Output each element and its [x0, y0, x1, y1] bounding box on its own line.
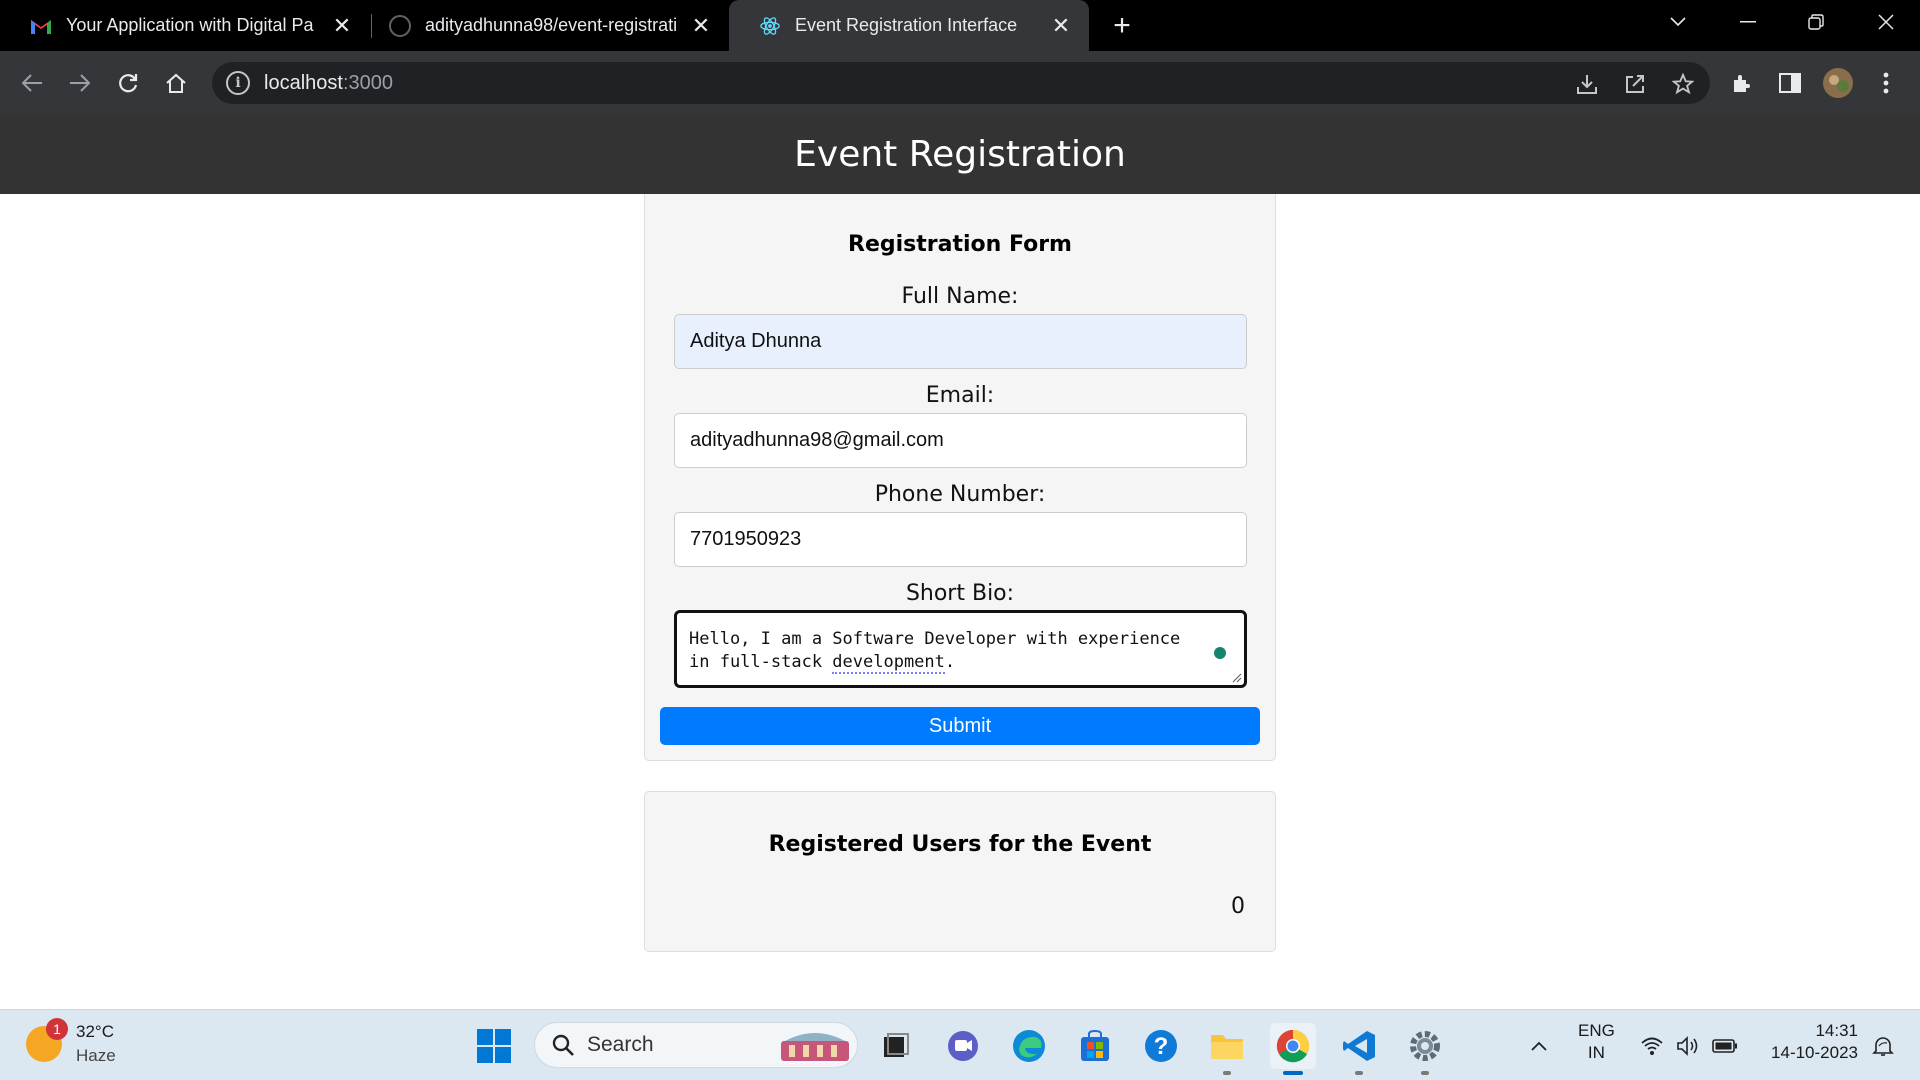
close-icon[interactable]: ✕	[328, 12, 356, 40]
page-header: Event Registration	[0, 115, 1920, 194]
registered-users-panel: Registered Users for the Event 0	[644, 791, 1276, 952]
submit-button[interactable]: Submit	[660, 707, 1260, 745]
quick-settings[interactable]	[1634, 1023, 1744, 1069]
close-icon[interactable]: ✕	[687, 12, 715, 40]
react-icon	[759, 15, 781, 37]
full-name-input[interactable]: Aditya Dhunna	[674, 314, 1247, 369]
site-info-icon[interactable]: i	[226, 71, 250, 95]
weather-widget[interactable]: 1 32°C Haze	[26, 1018, 116, 1068]
restore-button[interactable]	[1788, 0, 1844, 44]
bio-line-2: in full-stack development.	[689, 651, 1230, 674]
tab-title: Event Registration Interface	[795, 15, 1018, 35]
taskbar: 1 32°C Haze Search ? ENG IN 14:31 14-10-…	[0, 1009, 1920, 1080]
edge-icon[interactable]	[1006, 1023, 1052, 1069]
battery-icon	[1712, 1039, 1738, 1053]
language-indicator[interactable]: ENG IN	[1578, 1020, 1615, 1064]
side-panel-icon[interactable]	[1772, 65, 1808, 101]
minimize-button[interactable]	[1720, 0, 1776, 44]
back-button[interactable]	[14, 65, 50, 101]
bio-text: in full-stack	[689, 652, 833, 672]
language-region: IN	[1587, 1043, 1605, 1062]
running-indicator	[1283, 1071, 1303, 1075]
tab-event-registration[interactable]: Event Registration Interface ✕	[729, 0, 1089, 51]
form-title: Registration Form	[848, 232, 1072, 257]
close-window-button[interactable]	[1858, 0, 1914, 44]
weather-condition: Haze	[76, 1046, 116, 1065]
registered-users-title: Registered Users for the Event	[768, 832, 1152, 857]
registration-form: Registration Form Full Name: Aditya Dhun…	[644, 194, 1276, 761]
vscode-icon[interactable]	[1336, 1023, 1382, 1075]
clock-date: 14-10-2023	[1771, 1043, 1858, 1062]
wifi-icon	[1640, 1036, 1664, 1056]
task-view-icon[interactable]	[872, 1023, 918, 1069]
close-icon[interactable]: ✕	[1047, 12, 1075, 40]
search-icon	[551, 1033, 575, 1057]
home-button[interactable]	[158, 65, 194, 101]
url-port: :3000	[342, 71, 393, 94]
github-icon	[389, 14, 411, 37]
spellcheck-word[interactable]: development	[832, 652, 945, 674]
new-tab-button[interactable]: +	[1106, 9, 1138, 42]
help-icon[interactable]: ?	[1138, 1023, 1184, 1069]
url-host: localhost	[264, 71, 343, 94]
bio-text: .	[944, 652, 956, 672]
profile-avatar[interactable]	[1820, 65, 1856, 101]
clock[interactable]: 14:31 14-10-2023	[1758, 1020, 1858, 1064]
phone-label: Phone Number:	[874, 482, 1046, 507]
forward-button[interactable]	[62, 65, 98, 101]
browser-menu-icon[interactable]	[1868, 65, 1904, 101]
bio-textarea[interactable]: Hello, I am a Software Developer with ex…	[674, 610, 1247, 688]
notification-badge: 1	[46, 1018, 68, 1040]
bio-label: Short Bio:	[905, 581, 1015, 606]
tab-title: adityadhunna98/event-registrati	[425, 15, 678, 35]
address-bar[interactable]: i localhost:3000	[212, 62, 1710, 104]
gmail-icon	[30, 15, 52, 37]
tab-strip: Your Application with Digital Pa ✕ adity…	[0, 0, 1920, 51]
tab-title: Your Application with Digital Pa	[66, 15, 314, 35]
search-label: Search	[587, 1033, 654, 1056]
svg-text:?: ?	[1154, 1033, 1169, 1060]
full-name-label: Full Name:	[901, 284, 1019, 309]
clock-time: 14:31	[1815, 1021, 1858, 1040]
share-icon[interactable]	[1622, 71, 1648, 97]
chrome-icon[interactable]	[1270, 1023, 1316, 1075]
search-highlight-icon	[779, 1025, 851, 1065]
volume-icon	[1676, 1036, 1700, 1056]
weather-temp: 32°C	[76, 1022, 114, 1041]
browser-toolbar: i localhost:3000	[0, 51, 1920, 115]
email-input[interactable]: adityadhunna98@gmail.com	[674, 413, 1247, 468]
tab-github[interactable]: adityadhunna98/event-registrati ✕	[359, 0, 729, 51]
tab-gmail[interactable]: Your Application with Digital Pa ✕	[0, 0, 370, 51]
running-indicator	[1223, 1071, 1231, 1075]
language-code: ENG	[1578, 1021, 1615, 1040]
extensions-icon[interactable]	[1724, 65, 1760, 101]
teams-chat-icon[interactable]	[940, 1023, 986, 1069]
phone-input[interactable]: 7701950923	[674, 512, 1247, 567]
taskbar-search[interactable]: Search	[534, 1022, 858, 1068]
weather-haze-icon: 1	[26, 1018, 68, 1062]
install-app-icon[interactable]	[1574, 71, 1600, 97]
bio-line-1: Hello, I am a Software Developer with ex…	[689, 629, 1181, 649]
running-indicator	[1421, 1071, 1429, 1075]
tab-search-icon[interactable]	[1650, 0, 1706, 44]
running-indicator	[1355, 1071, 1363, 1075]
start-button[interactable]	[471, 1023, 517, 1069]
chevron-up-icon[interactable]	[1516, 1023, 1562, 1069]
settings-gear-icon[interactable]	[1402, 1023, 1448, 1075]
grammarly-icon[interactable]	[1214, 647, 1226, 659]
notifications-icon[interactable]	[1860, 1023, 1906, 1069]
registered-users-count: 0	[1231, 894, 1245, 919]
reload-button[interactable]	[110, 65, 146, 101]
microsoft-store-icon[interactable]	[1072, 1023, 1118, 1069]
bookmark-star-icon[interactable]	[1670, 71, 1696, 97]
resize-handle-icon[interactable]	[1230, 671, 1242, 683]
file-explorer-icon[interactable]	[1204, 1023, 1250, 1075]
email-label: Email:	[925, 383, 995, 408]
